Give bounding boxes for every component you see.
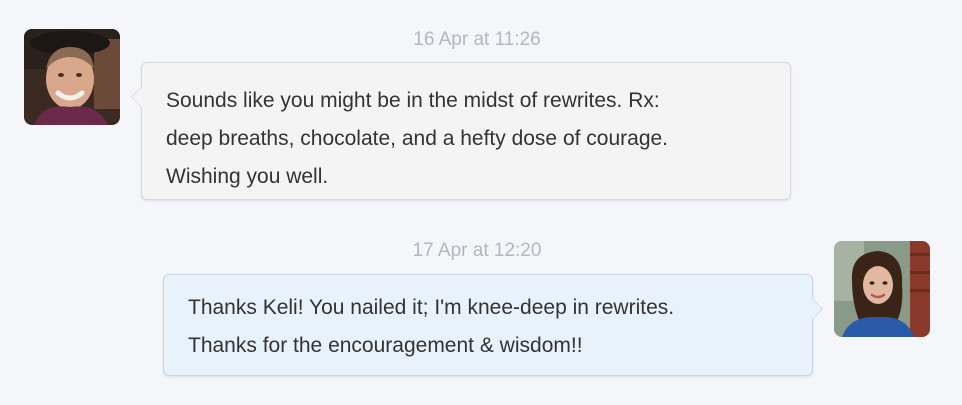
message-line: Thanks for the encouragement & wisdom!! bbox=[188, 334, 583, 357]
sender-avatar[interactable] bbox=[24, 29, 120, 125]
message-line: Wishing you well. bbox=[166, 165, 329, 188]
avatar-photo-icon bbox=[834, 241, 930, 337]
message-timestamp: 16 Apr at 11:26 bbox=[413, 29, 541, 50]
message-timestamp: 17 Apr at 12:20 bbox=[412, 240, 542, 261]
message-line: Sounds like you might be in the midst of… bbox=[166, 89, 660, 112]
message-bubble-outgoing: Thanks Keli! You nailed it; I'm knee-dee… bbox=[163, 274, 823, 376]
message-line: Thanks Keli! You nailed it; I'm knee-dee… bbox=[188, 296, 675, 319]
sender-avatar[interactable] bbox=[834, 241, 930, 337]
avatar-photo-icon bbox=[24, 29, 120, 125]
message-line: deep breaths, chocolate, and a hefty dos… bbox=[166, 127, 669, 150]
message-bubble-incoming: Sounds like you might be in the midst of… bbox=[131, 62, 791, 200]
